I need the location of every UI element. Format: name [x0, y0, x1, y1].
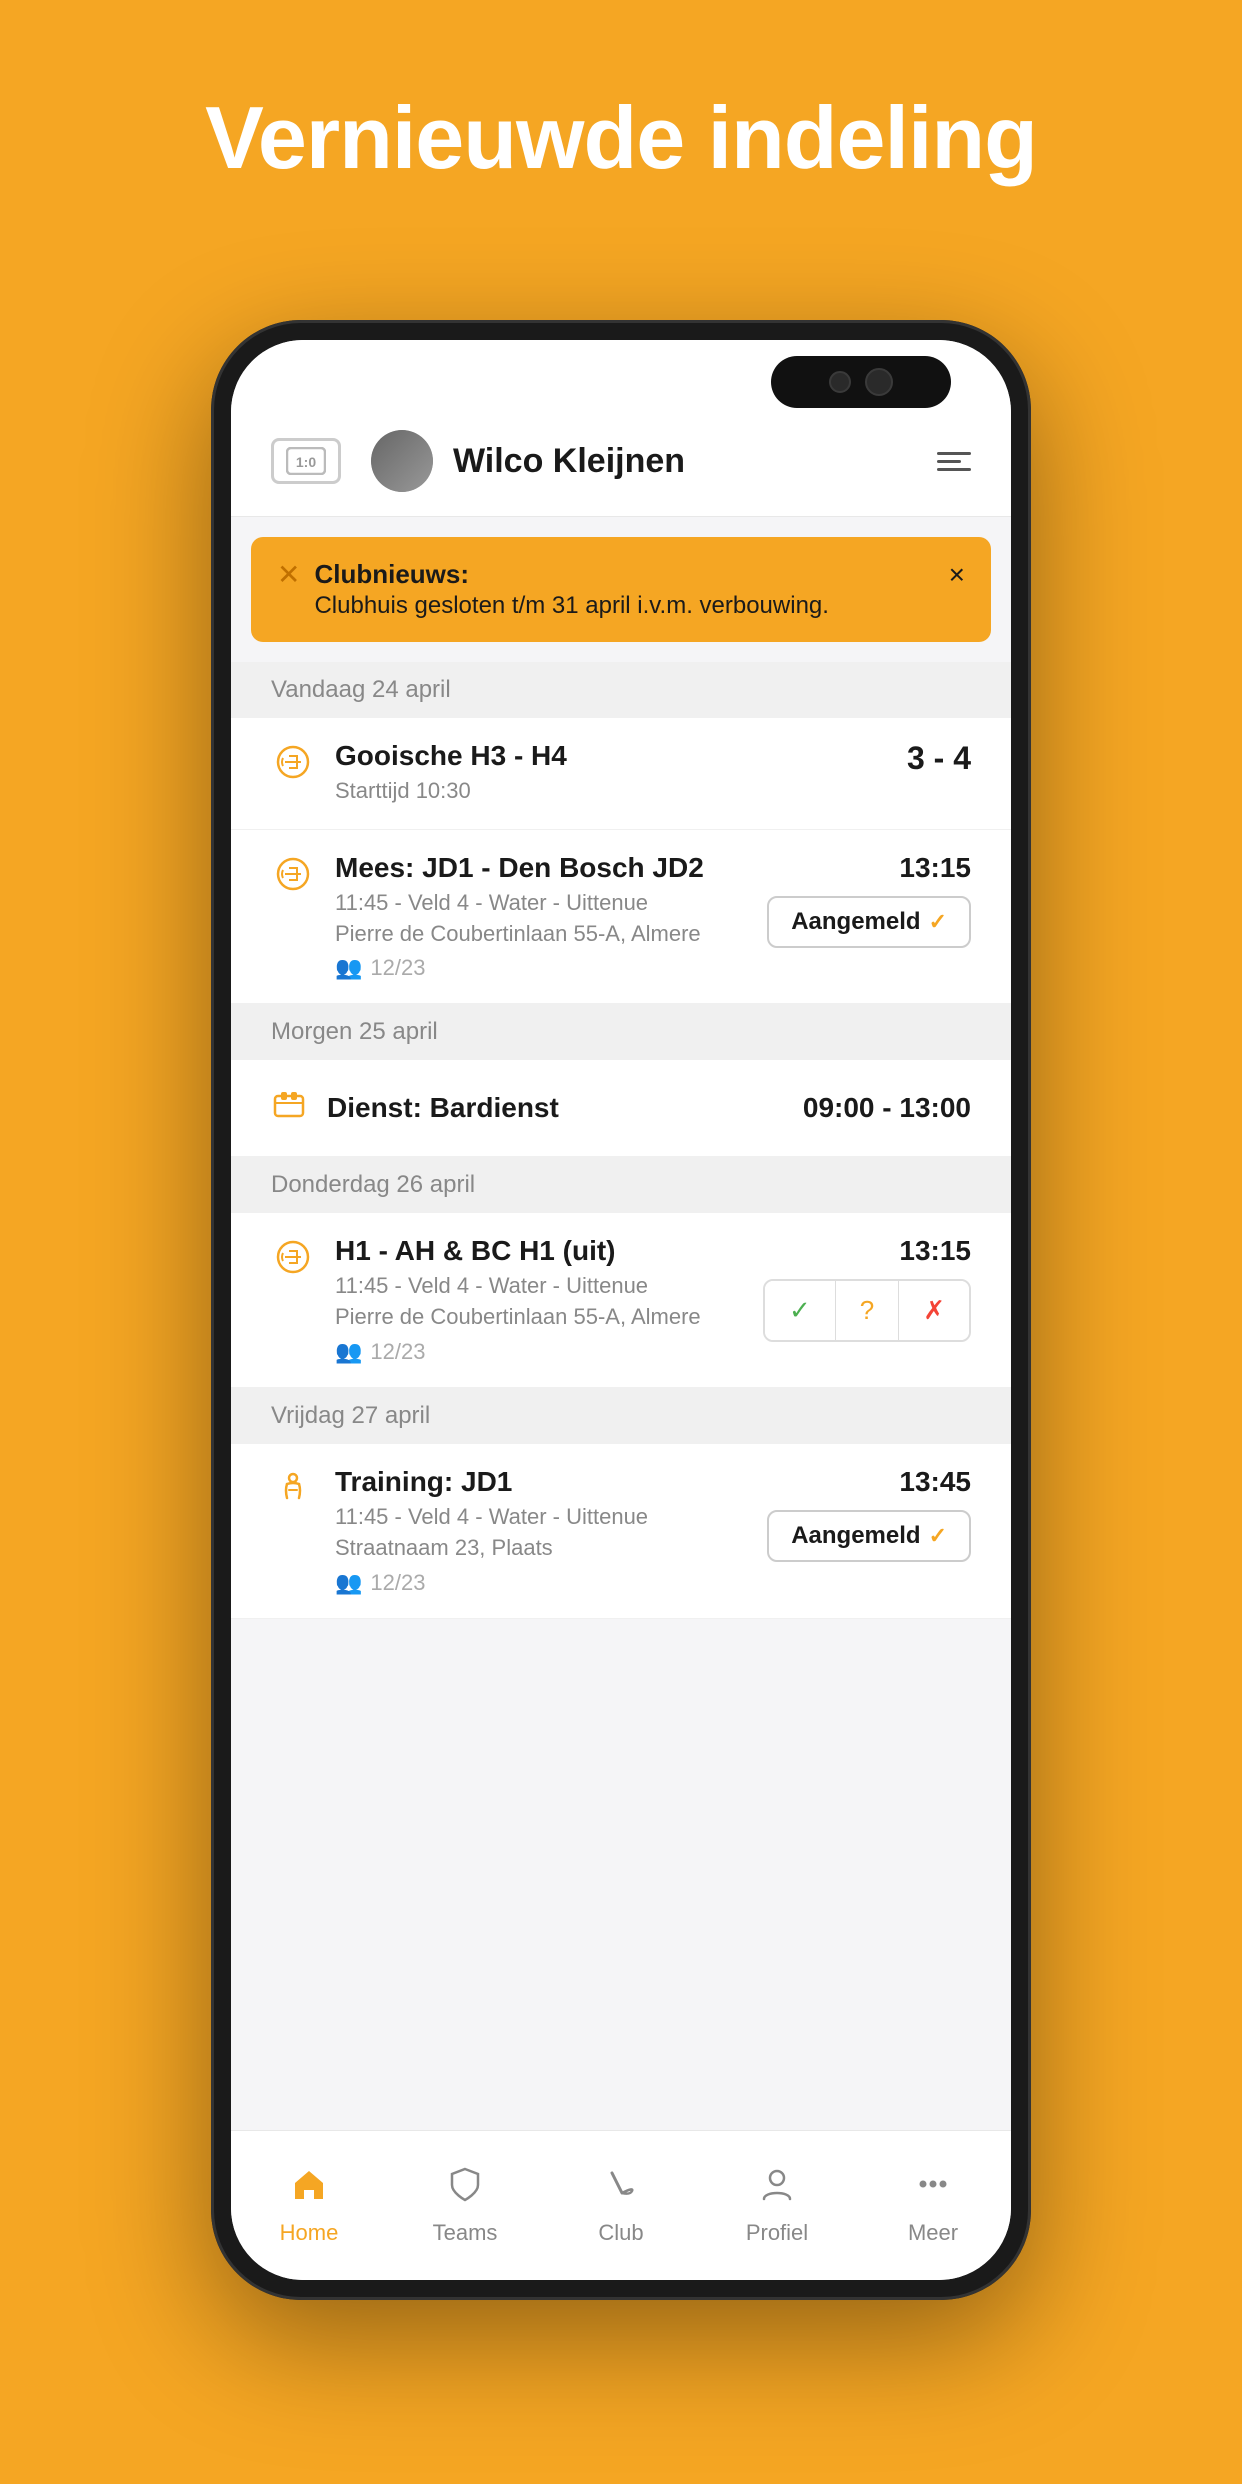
main-scroll[interactable]: ✕ Clubnieuws: Clubhuis gesloten t/m 31 a…	[231, 517, 1011, 2130]
news-x-icon: ✕	[277, 561, 300, 589]
event-subtitle-gooische: Starttijd 10:30	[335, 776, 887, 807]
nav-item-profiel[interactable]: Profiel	[699, 2131, 855, 2280]
event-card-dienst: Dienst: Bardienst 09:00 - 13:00	[231, 1060, 1011, 1157]
team-count-training: 12/23	[370, 1570, 425, 1596]
nav-label-profiel: Profiel	[746, 2220, 808, 2246]
event-body-training: Training: JD1 11:45 - Veld 4 - Water - U…	[335, 1466, 747, 1596]
match-icon-3	[271, 1239, 315, 1283]
dienst-time: 09:00 - 13:00	[803, 1092, 971, 1124]
camera-dot-1	[829, 371, 851, 393]
event-title-training: Training: JD1	[335, 1466, 747, 1498]
event-right-training: 13:45 Aangemeld ✓	[767, 1466, 971, 1562]
news-body: Clubhuis gesloten t/m 31 april i.v.m. ve…	[314, 592, 934, 620]
date-header-today: Vandaag 24 april	[231, 662, 1011, 718]
aangemeld-button-mees[interactable]: Aangemeld ✓	[767, 896, 971, 948]
phone-device: 1:0 Wilco Kleijnen	[211, 320, 1031, 2300]
aangemeld-check-mees: ✓	[929, 909, 947, 935]
event-time-training: 13:45	[899, 1466, 971, 1498]
team-count-mees: 12/23	[370, 955, 425, 981]
event-title-gooische: Gooische H3 - H4	[335, 740, 887, 772]
nav-label-home: Home	[280, 2220, 339, 2246]
event-card-mees: Mees: JD1 - Den Bosch JD2 11:45 - Veld 4…	[231, 830, 1011, 1005]
home-icon	[290, 2165, 328, 2212]
news-close-button[interactable]: ×	[949, 559, 965, 591]
event-body-h1: H1 - AH & BC H1 (uit) 11:45 - Veld 4 - W…	[335, 1235, 743, 1365]
rsvp-maybe-button[interactable]: ?	[836, 1281, 898, 1340]
event-card-h1: H1 - AH & BC H1 (uit) 11:45 - Veld 4 - W…	[231, 1213, 1011, 1388]
dienst-title: Dienst: Bardienst	[327, 1092, 783, 1124]
phone-frame: 1:0 Wilco Kleijnen	[211, 320, 1031, 2300]
event-subtitle-mees: 11:45 - Veld 4 - Water - UittenuePierre …	[335, 888, 747, 950]
dienst-icon	[271, 1086, 307, 1130]
event-title-h1: H1 - AH & BC H1 (uit)	[335, 1235, 743, 1267]
scoreboard-icon[interactable]: 1:0	[271, 438, 341, 484]
date-header-vrijdag: Vrijdag 27 april	[231, 1388, 1011, 1444]
event-team-row-h1: 👥 12/23	[335, 1339, 743, 1365]
team-icon-h1: 👥	[335, 1339, 362, 1365]
screen-content: 1:0 Wilco Kleijnen	[231, 340, 1011, 2280]
nav-item-home[interactable]: Home	[231, 2131, 387, 2280]
avatar	[371, 430, 433, 492]
nav-label-meer: Meer	[908, 2220, 958, 2246]
event-time-h1: 13:15	[899, 1235, 971, 1267]
settings-line-3	[937, 468, 971, 471]
event-card-gooische: Gooische H3 - H4 Starttijd 10:30 3 - 4	[231, 718, 1011, 830]
hockey-icon	[602, 2165, 640, 2212]
nav-item-meer[interactable]: Meer	[855, 2131, 1011, 2280]
match-icon-1	[271, 744, 315, 788]
news-title: Clubnieuws:	[314, 559, 934, 590]
aangemeld-label-training: Aangemeld	[791, 1522, 920, 1550]
news-banner: ✕ Clubnieuws: Clubhuis gesloten t/m 31 a…	[251, 537, 991, 642]
team-icon-training: 👥	[335, 1570, 362, 1596]
nav-label-teams: Teams	[433, 2220, 498, 2246]
event-subtitle-h1: 11:45 - Veld 4 - Water - UittenuePierre …	[335, 1271, 743, 1333]
news-text-block: Clubnieuws: Clubhuis gesloten t/m 31 apr…	[314, 559, 934, 620]
event-right-gooische: 3 - 4	[907, 740, 971, 777]
rsvp-no-button[interactable]: ✗	[899, 1281, 969, 1340]
event-title-mees: Mees: JD1 - Den Bosch JD2	[335, 852, 747, 884]
date-header-donderdag: Donderdag 26 april	[231, 1157, 1011, 1213]
bottom-nav: Home Teams	[231, 2130, 1011, 2280]
settings-line-1	[937, 452, 971, 455]
shield-icon	[446, 2165, 484, 2212]
dots-icon	[914, 2165, 952, 2212]
team-icon-mees: 👥	[335, 955, 362, 981]
event-subtitle-training: 11:45 - Veld 4 - Water - UittenueStraatn…	[335, 1502, 747, 1564]
rsvp-yes-button[interactable]: ✓	[765, 1281, 835, 1340]
svg-text:1:0: 1:0	[296, 454, 316, 470]
nav-label-club: Club	[598, 2220, 643, 2246]
user-name: Wilco Kleijnen	[453, 442, 917, 481]
score-display-gooische: 3 - 4	[907, 740, 971, 777]
nav-item-teams[interactable]: Teams	[387, 2131, 543, 2280]
training-icon	[271, 1470, 315, 1514]
event-right-h1: 13:15 ✓ ? ✗	[763, 1235, 971, 1342]
event-right-mees: 13:15 Aangemeld ✓	[767, 852, 971, 948]
event-body-gooische: Gooische H3 - H4 Starttijd 10:30	[335, 740, 887, 807]
event-time-mees: 13:15	[899, 852, 971, 884]
aangemeld-button-training[interactable]: Aangemeld ✓	[767, 1510, 971, 1562]
event-team-row-mees: 👥 12/23	[335, 955, 747, 981]
nav-item-club[interactable]: Club	[543, 2131, 699, 2280]
person-icon	[758, 2165, 796, 2212]
camera-bar	[771, 356, 951, 408]
camera-dot-2	[865, 368, 893, 396]
team-count-h1: 12/23	[370, 1339, 425, 1365]
hero-title: Vernieuwde indeling	[0, 0, 1242, 187]
aangemeld-check-training: ✓	[929, 1523, 947, 1549]
date-header-morgen: Morgen 25 april	[231, 1004, 1011, 1060]
phone-screen: 1:0 Wilco Kleijnen	[231, 340, 1011, 2280]
settings-line-2	[937, 460, 961, 463]
rsvp-buttons-h1: ✓ ? ✗	[763, 1279, 971, 1342]
event-team-row-training: 👥 12/23	[335, 1570, 747, 1596]
aangemeld-label-mees: Aangemeld	[791, 908, 920, 936]
event-card-training: Training: JD1 11:45 - Veld 4 - Water - U…	[231, 1444, 1011, 1619]
settings-icon[interactable]	[937, 452, 971, 471]
event-body-mees: Mees: JD1 - Den Bosch JD2 11:45 - Veld 4…	[335, 852, 747, 982]
bottom-spacer	[231, 1619, 1011, 1649]
match-icon-2	[271, 856, 315, 900]
